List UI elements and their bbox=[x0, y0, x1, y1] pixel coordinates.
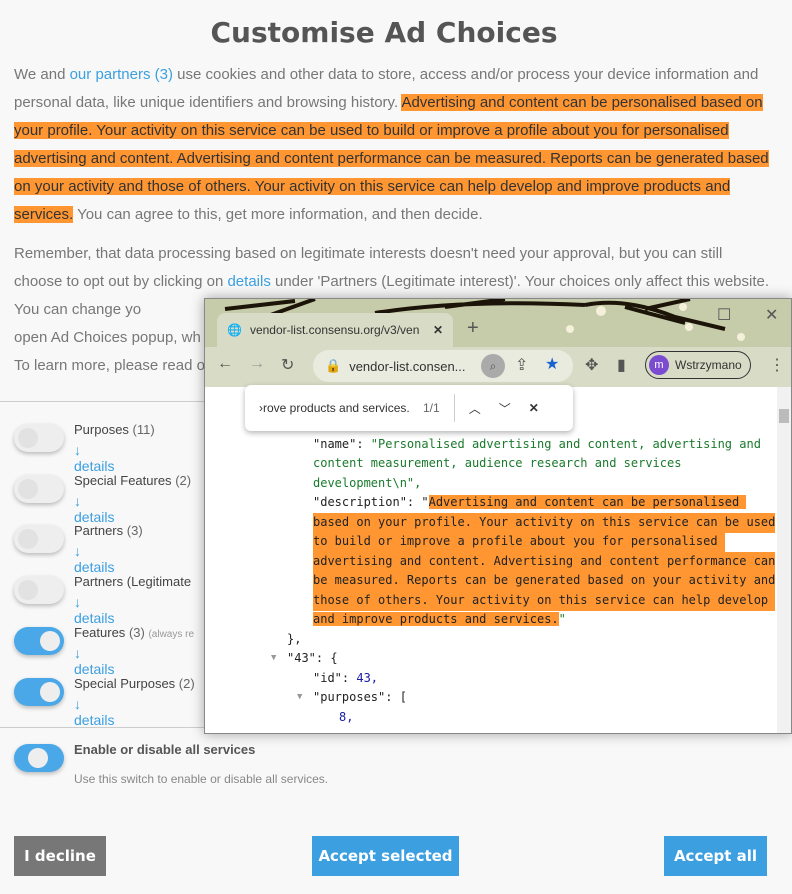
find-highlight: those of others. Your activity on this s… bbox=[313, 591, 776, 611]
reload-icon[interactable]: ↻ bbox=[281, 355, 294, 375]
json-viewer: "name": "Personalised advertising and co… bbox=[205, 387, 779, 733]
toggle-count: (2) bbox=[178, 676, 195, 691]
code-string: " bbox=[558, 612, 566, 626]
code-brace: }, bbox=[287, 632, 302, 646]
find-bar: ›rove products and services. 1/1 ︿ ﹀ ✕ bbox=[245, 385, 573, 431]
divider bbox=[0, 401, 205, 402]
partners-legitimate-switch[interactable] bbox=[14, 576, 64, 604]
page-title: Customise Ad Choices bbox=[210, 16, 558, 49]
bookmark-star-icon[interactable]: ★ bbox=[545, 354, 559, 374]
maximize-icon[interactable]: ☐ bbox=[717, 305, 731, 325]
toggle-label: Special Features bbox=[74, 473, 172, 488]
profile-button[interactable]: m Wstrzymano bbox=[645, 351, 751, 379]
code-number: 43, bbox=[356, 671, 379, 685]
details-link[interactable]: ↓ details bbox=[74, 645, 114, 677]
lock-icon: 🔒 bbox=[325, 358, 342, 373]
partners-switch[interactable] bbox=[14, 525, 64, 553]
intro-text: You can agree to this, get more informat… bbox=[73, 206, 483, 223]
find-highlight: Advertising and content can be personali… bbox=[428, 495, 747, 509]
accept-selected-button[interactable]: Accept selected bbox=[312, 836, 459, 876]
menu-icon[interactable]: ⋮ bbox=[769, 355, 785, 375]
divider bbox=[453, 394, 455, 422]
code-key: "id": bbox=[313, 671, 357, 685]
profile-name: Wstrzymano bbox=[675, 358, 742, 372]
avatar: m bbox=[649, 355, 669, 375]
find-icon[interactable]: ⌕ bbox=[481, 354, 505, 378]
code-key: "43": { bbox=[287, 651, 338, 665]
scrollbar[interactable] bbox=[777, 387, 791, 733]
code-key: "name": bbox=[313, 437, 371, 451]
partners-link[interactable]: our partners (3) bbox=[70, 66, 173, 83]
remember-text: To learn more, please read o bbox=[14, 357, 205, 374]
toggle-label: Purposes bbox=[74, 422, 129, 437]
close-tab-icon[interactable]: ✕ bbox=[433, 323, 443, 337]
browser-toolbar: ← → ↻ 🔒 vendor-list.consen... ⌕ ⇪ ★ ✥ ▮ m… bbox=[205, 347, 791, 387]
forward-icon[interactable]: → bbox=[249, 355, 265, 373]
extensions-icon[interactable]: ✥ bbox=[585, 355, 598, 375]
new-tab-icon[interactable]: + bbox=[467, 317, 479, 340]
toggle-all-hint: Use this switch to enable or disable all… bbox=[74, 772, 329, 786]
find-highlight: and improve products and services. bbox=[313, 612, 559, 626]
details-link[interactable]: ↓ details bbox=[74, 493, 114, 525]
share-icon[interactable]: ⇪ bbox=[515, 355, 528, 375]
features-switch[interactable] bbox=[14, 627, 64, 655]
toggle-count: (3) bbox=[126, 523, 143, 538]
intro-text: We and bbox=[14, 66, 70, 83]
toggle-count: (3) bbox=[128, 625, 145, 640]
special-features-switch[interactable] bbox=[14, 475, 64, 503]
code-number: 8, bbox=[339, 710, 354, 724]
title-bar: 🌐 vendor-list.consensu.org/v3/ven ✕ + ☐ ✕ bbox=[205, 299, 791, 347]
remember-text: open Ad Choices popup, wh bbox=[14, 329, 201, 346]
address-bar[interactable]: 🔒 vendor-list.consen... bbox=[313, 350, 573, 382]
url-text: vendor-list.consen... bbox=[349, 358, 466, 374]
find-count: 1/1 bbox=[423, 401, 440, 415]
find-highlight: based on your profile. Your activity on … bbox=[313, 513, 776, 533]
back-icon[interactable]: ← bbox=[217, 355, 233, 373]
code-key: "purposes": [ bbox=[313, 690, 407, 704]
toggle-label: Partners (Legitimate bbox=[74, 574, 192, 589]
browser-tab[interactable]: 🌐 vendor-list.consensu.org/v3/ven ✕ bbox=[217, 313, 453, 347]
code-string: "Personalised advertising and content, a… bbox=[370, 437, 761, 451]
tab-title: vendor-list.consensu.org/v3/ven bbox=[249, 323, 420, 337]
close-window-icon[interactable]: ✕ bbox=[765, 305, 778, 325]
toggle-label: Partners bbox=[74, 523, 124, 538]
intro-paragraph: We and our partners (3) use cookies and … bbox=[14, 61, 774, 229]
globe-icon: 🌐 bbox=[227, 323, 242, 337]
collapse-arrow-icon[interactable]: ▼ bbox=[297, 688, 302, 708]
code-string: content measurement, audience research a… bbox=[313, 456, 682, 470]
toggle-label: Special Purposes bbox=[74, 676, 176, 691]
find-highlight: to build or improve a profile about you … bbox=[313, 532, 725, 552]
divider bbox=[0, 727, 205, 728]
details-link[interactable]: ↓ details bbox=[74, 543, 114, 575]
find-next-icon[interactable]: ﹀ bbox=[499, 400, 511, 417]
toggle-count: (11) bbox=[132, 422, 155, 437]
find-input[interactable]: ›rove products and services. bbox=[259, 401, 419, 415]
code-key: "description": " bbox=[313, 495, 429, 509]
side-panel-icon[interactable]: ▮ bbox=[617, 355, 626, 375]
toggle-all: Enable or disable all services Use this s… bbox=[14, 742, 414, 794]
find-highlight: Advertising and content can be personali… bbox=[14, 94, 769, 223]
details-link[interactable]: details bbox=[227, 273, 270, 290]
details-link[interactable]: ↓ details bbox=[74, 442, 114, 474]
purposes-switch[interactable] bbox=[14, 424, 64, 452]
special-purposes-switch[interactable] bbox=[14, 678, 64, 706]
toggle-count: (2) bbox=[175, 473, 192, 488]
all-services-switch[interactable] bbox=[14, 744, 64, 772]
details-link[interactable]: ↓ details bbox=[74, 594, 114, 626]
find-highlight: be measured. Reports can be generated ba… bbox=[313, 571, 776, 591]
find-highlight: advertising and content. Advertising and… bbox=[313, 552, 776, 572]
code-string: development\n", bbox=[313, 476, 422, 490]
find-close-icon[interactable]: ✕ bbox=[529, 401, 539, 415]
accept-all-button[interactable]: Accept all bbox=[664, 836, 767, 876]
decline-button[interactable]: I decline bbox=[14, 836, 106, 876]
toggle-all-label: Enable or disable all services bbox=[74, 742, 256, 757]
find-prev-icon[interactable]: ︿ bbox=[469, 400, 481, 417]
toggle-note: (always re bbox=[148, 629, 195, 640]
browser-window: 🌐 vendor-list.consensu.org/v3/ven ✕ + ☐ ✕ … bbox=[204, 298, 792, 734]
toggle-label: Features bbox=[74, 625, 126, 640]
collapse-arrow-icon[interactable]: ▼ bbox=[271, 649, 276, 669]
details-link[interactable]: ↓ details bbox=[74, 696, 114, 728]
